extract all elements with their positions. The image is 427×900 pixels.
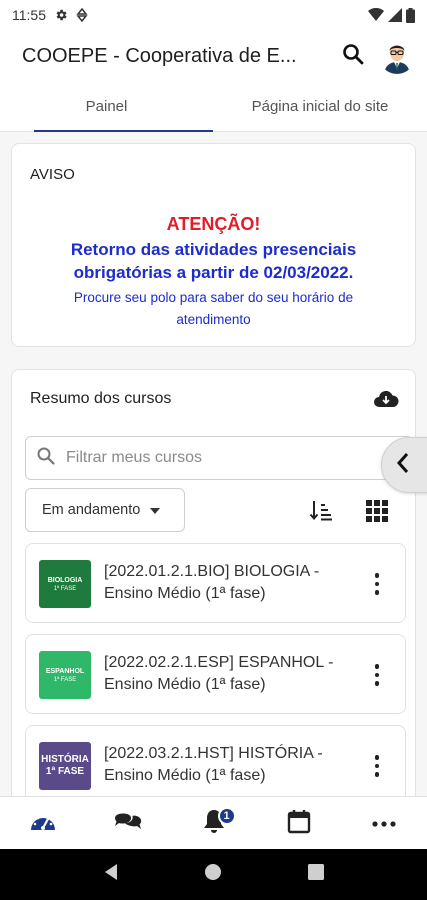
course-search-field[interactable]	[25, 436, 413, 480]
nav-messages[interactable]	[85, 797, 170, 849]
nav-notifications[interactable]: 1	[171, 797, 256, 849]
battery-icon	[406, 7, 415, 23]
status-time: 11:55	[12, 7, 46, 23]
courses-card: Resumo dos cursos Em andamento BIOLOGIA	[11, 369, 416, 796]
main-content: AVISO ATENÇÃO! Retorno das atividades pr…	[0, 132, 427, 796]
course-card[interactable]: BIOLOGIA 1ª FASE [2022.01.2.1.BIO] BIOLO…	[25, 543, 406, 623]
tab-label: Página inicial do site	[251, 98, 389, 115]
nav-calendar[interactable]	[256, 797, 341, 849]
thumb-label: ESPANHOL	[45, 667, 85, 675]
more-vert-icon[interactable]	[367, 657, 387, 693]
sort-icon[interactable]	[308, 498, 334, 524]
filter-selected-value: Em andamento	[42, 502, 141, 518]
chevron-left-icon	[396, 452, 410, 479]
search-icon[interactable]	[341, 42, 365, 71]
notice-body: ATENÇÃO! Retorno das atividades presenci…	[12, 212, 415, 331]
notice-card: AVISO ATENÇÃO! Retorno das atividades pr…	[11, 143, 416, 347]
app-bar: COOEPE - Cooperativa de E...	[0, 30, 427, 82]
notice-title: AVISO	[30, 166, 75, 183]
thumb-sublabel: 1ª FASE	[53, 585, 77, 592]
tab-painel[interactable]: Painel	[0, 82, 213, 132]
grid-view-icon[interactable]	[364, 498, 390, 524]
calendar-icon	[287, 808, 311, 839]
more-vert-icon[interactable]	[367, 748, 387, 784]
notice-sub-line2: atendimento	[176, 312, 251, 327]
wifi-icon	[368, 8, 384, 22]
notice-main-line1: Retorno das atividades presenciais	[70, 240, 357, 259]
user-avatar[interactable]	[379, 38, 415, 74]
course-name[interactable]: [2022.03.2.1.HST] HISTÓRIA - Ensino Médi…	[104, 743, 354, 787]
course-thumbnail: BIOLOGIA 1ª FASE	[39, 560, 91, 608]
notice-main-line2: obrigatórias a partir de 02/03/2022.	[73, 263, 354, 282]
app-title: COOEPE - Cooperativa de E...	[22, 44, 297, 67]
thumb-sublabel: 1ª FASE	[45, 766, 85, 777]
caret-down-icon	[150, 502, 161, 518]
more-icon	[372, 814, 396, 832]
nav-more[interactable]	[342, 797, 427, 849]
course-filter-select[interactable]: Em andamento	[25, 488, 185, 532]
course-card[interactable]: HISTÓRIA 1ª FASE [2022.03.2.1.HST] HISTÓ…	[25, 725, 406, 796]
system-nav-bar	[0, 849, 427, 900]
bottom-nav: 1	[0, 796, 427, 849]
course-search-input[interactable]	[66, 449, 366, 467]
more-vert-icon[interactable]	[367, 566, 387, 602]
messages-icon	[113, 809, 143, 838]
course-thumbnail: ESPANHOL 1ª FASE	[39, 651, 91, 699]
notification-badge: 1	[217, 807, 236, 825]
tab-bar: Painel Página inicial do site	[0, 82, 427, 132]
status-bar: 11:55	[0, 0, 427, 30]
dashboard-icon	[29, 810, 57, 837]
course-name[interactable]: [2022.01.2.1.BIO] BIOLOGIA - Ensino Médi…	[104, 561, 354, 605]
notice-sub-line1: Procure seu polo para saber do seu horár…	[73, 290, 354, 305]
thumb-sublabel: 1ª FASE	[53, 676, 77, 683]
back-icon[interactable]	[103, 863, 119, 886]
cell-signal-icon	[388, 8, 402, 22]
thumb-label: HISTÓRIA	[41, 754, 89, 765]
tab-site-home[interactable]: Página inicial do site	[213, 82, 427, 131]
search-icon	[36, 446, 56, 471]
recents-icon[interactable]	[308, 864, 325, 885]
cloud-download-icon[interactable]	[371, 386, 401, 412]
course-thumbnail: HISTÓRIA 1ª FASE	[39, 742, 91, 790]
courses-title: Resumo dos cursos	[30, 390, 172, 407]
course-card[interactable]: ESPANHOL 1ª FASE [2022.02.2.1.ESP] ESPAN…	[25, 634, 406, 714]
course-name[interactable]: [2022.02.2.1.ESP] ESPANHOL - Ensino Médi…	[104, 652, 354, 696]
notice-attention: ATENÇÃO!	[166, 214, 261, 234]
home-icon[interactable]	[204, 863, 222, 886]
tab-label: Painel	[85, 98, 128, 115]
settings-status-icon	[54, 8, 68, 22]
data-saver-status-icon	[76, 8, 88, 22]
nav-dashboard[interactable]	[0, 797, 85, 849]
thumb-label: BIOLOGIA	[47, 576, 83, 584]
